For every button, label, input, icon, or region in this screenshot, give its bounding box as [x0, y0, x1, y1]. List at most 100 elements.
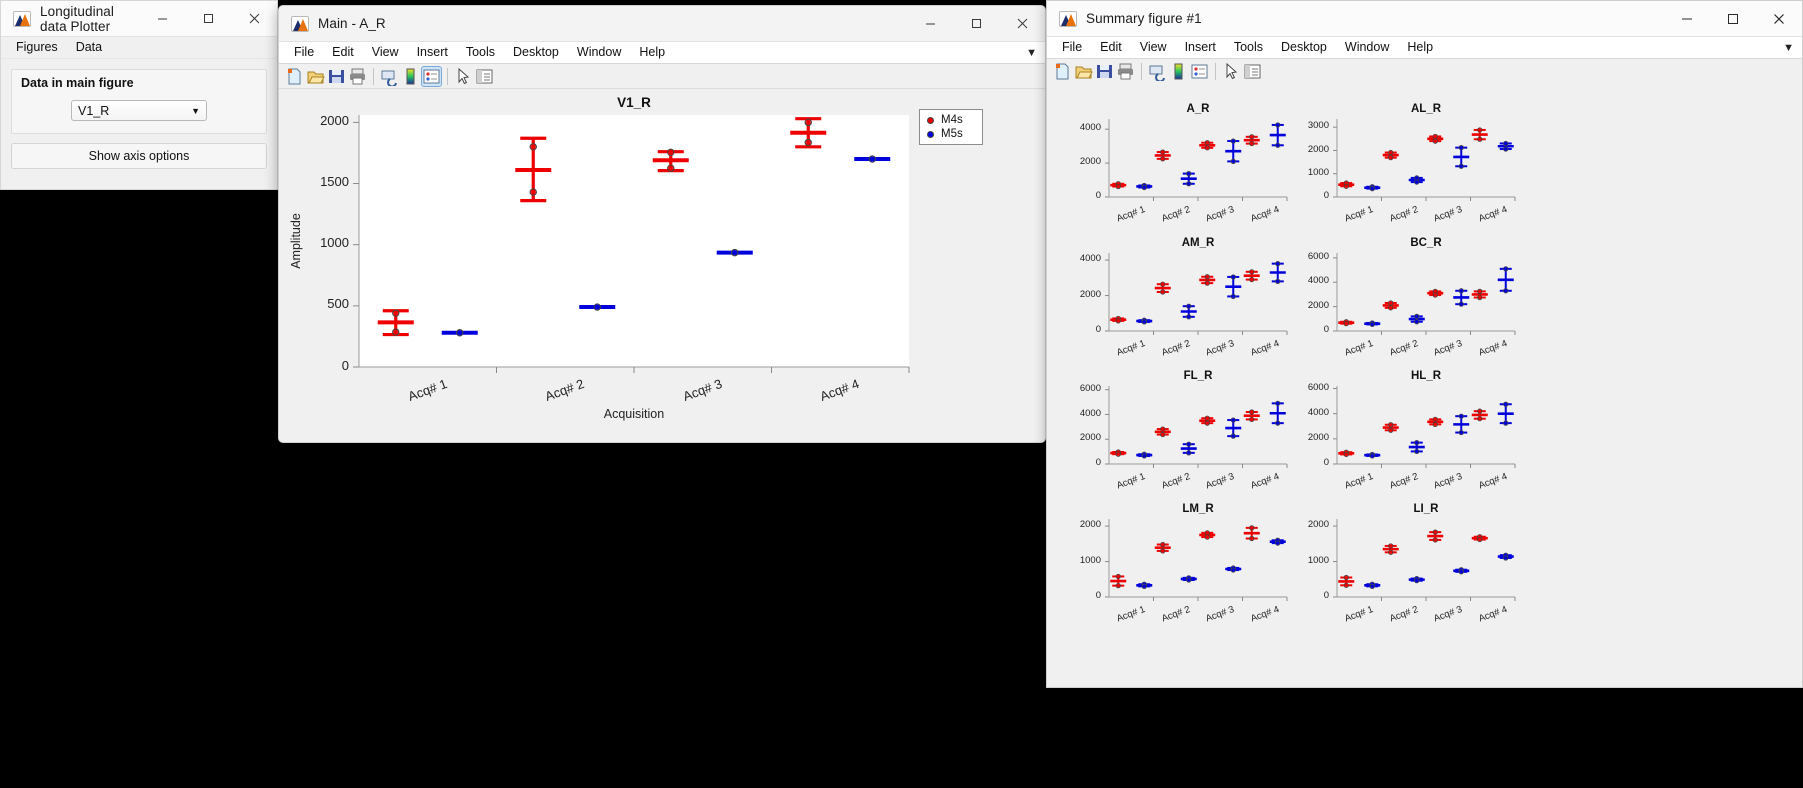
summary-figure-title: Summary figure #1	[1086, 11, 1202, 26]
show-axis-options-label: Show axis options	[88, 149, 190, 163]
menu-insert[interactable]: Insert	[408, 42, 457, 63]
matlab-icon	[1059, 10, 1077, 27]
menu-insert[interactable]: Insert	[1176, 37, 1225, 58]
data-point	[593, 303, 601, 311]
data-point	[1458, 569, 1464, 575]
matlab-icon	[13, 10, 31, 27]
menubar-overflow-icon[interactable]: ▼	[1783, 42, 1794, 54]
menu-edit[interactable]: Edit	[323, 42, 363, 63]
menu-help[interactable]: Help	[630, 42, 674, 63]
maximize-icon[interactable]	[1710, 1, 1756, 36]
pointer-icon[interactable]	[1222, 62, 1241, 81]
summary-figure-menubar: File Edit View Insert Tools Desktop Wind…	[1047, 37, 1802, 59]
menu-desktop[interactable]: Desktop	[504, 42, 568, 63]
menu-view[interactable]: View	[363, 42, 408, 63]
save-figure-icon[interactable]	[327, 67, 346, 86]
matlab-icon	[291, 15, 309, 32]
summary-figure-window-buttons	[1664, 1, 1802, 36]
print-figure-icon[interactable]	[1116, 62, 1135, 81]
maximize-icon[interactable]	[953, 6, 999, 41]
main-figure-title: Main - A_R	[318, 16, 386, 31]
longitudinal-data-plotter-window: Longitudinal data Plotter Figures Data D…	[0, 0, 278, 190]
open-file-icon[interactable]	[306, 67, 325, 86]
menu-desktop[interactable]: Desktop	[1272, 37, 1336, 58]
y-axis-label: Amplitude	[289, 213, 303, 269]
data-point	[868, 155, 876, 163]
new-figure-icon[interactable]	[285, 67, 304, 86]
menu-file[interactable]: File	[1053, 37, 1091, 58]
main-figure-window: Main - A_R File Edit View Insert Tools D…	[278, 5, 1046, 443]
menu-window[interactable]: Window	[568, 42, 630, 63]
close-icon[interactable]	[999, 6, 1045, 41]
close-icon[interactable]	[1756, 1, 1802, 36]
legend-label: M5s	[941, 128, 963, 140]
legend-icon[interactable]	[421, 65, 442, 87]
summary-figure-canvas: A_R 0 2000 4000 Acq# 1 Acq# 2 Acq# 3 Acq# 4 AL_R…	[1047, 81, 1802, 687]
main-figure-data-dropdown[interactable]: V1_R ▼	[71, 100, 207, 121]
data-point	[1432, 529, 1438, 535]
plot-browser-icon[interactable]	[475, 67, 494, 86]
summary-figure-titlebar: Summary figure #1	[1047, 1, 1802, 37]
data-point	[1503, 555, 1509, 561]
menu-help[interactable]: Help	[1398, 37, 1442, 58]
data-point	[1343, 582, 1349, 588]
minimize-icon[interactable]	[139, 1, 185, 36]
legend[interactable]: M4s M5s	[919, 109, 983, 145]
group-title: Data in main figure	[21, 76, 134, 90]
subplot-li_r[interactable]: LI_R 0 1000 2000 Acq# 1 Acq# 2 Acq# 3 Acq# 4	[1047, 81, 1802, 687]
new-figure-icon[interactable]	[1053, 62, 1072, 81]
data-point	[529, 143, 537, 151]
data-point	[1388, 549, 1394, 555]
summary-figure-window: Summary figure #1 File Edit View Insert …	[1046, 0, 1803, 688]
data-point	[392, 309, 400, 317]
data-point	[1477, 536, 1483, 543]
data-point	[529, 188, 537, 196]
data-point	[456, 329, 464, 337]
main-figure-window-buttons	[907, 6, 1045, 41]
colorbar-icon[interactable]	[1169, 62, 1188, 81]
link-plot-icon[interactable]	[1148, 62, 1167, 82]
data-point	[392, 328, 400, 336]
menu-view[interactable]: View	[1131, 37, 1176, 58]
menu-edit[interactable]: Edit	[1091, 37, 1131, 58]
y-axis-tick-label: 1500	[320, 174, 349, 190]
minimize-icon[interactable]	[1664, 1, 1710, 36]
menu-window[interactable]: Window	[1336, 37, 1398, 58]
data-point	[804, 118, 812, 127]
close-icon[interactable]	[231, 1, 277, 36]
plotter-window-buttons	[139, 1, 277, 36]
plot-browser-icon[interactable]	[1243, 62, 1262, 81]
main-figure-toolbar	[279, 64, 1045, 89]
menu-file[interactable]: File	[285, 42, 323, 63]
data-point	[1432, 537, 1438, 543]
show-axis-options-button[interactable]: Show axis options	[11, 143, 267, 169]
main-plot[interactable]: V1_R 0 500 1000 1500 2000 Acq# 1 Acq# 2 Acq# 3 Ac…	[279, 90, 1045, 442]
y-axis-tick-label: 0	[1323, 590, 1329, 602]
open-file-icon[interactable]	[1074, 62, 1093, 81]
toolbar-separator	[1211, 62, 1220, 81]
toolbar-separator	[369, 67, 378, 86]
print-figure-icon[interactable]	[348, 67, 367, 86]
menubar-overflow-icon[interactable]: ▼	[1026, 47, 1037, 59]
data-point	[731, 248, 739, 257]
toolbar-separator	[443, 67, 452, 86]
colorbar-icon[interactable]	[401, 67, 420, 86]
data-point	[667, 148, 675, 157]
plotter-menubar: Figures Data	[1, 37, 277, 59]
data-point	[1388, 543, 1394, 549]
menu-data[interactable]: Data	[67, 37, 111, 58]
minimize-icon[interactable]	[907, 6, 953, 41]
link-plot-icon[interactable]	[380, 67, 399, 87]
menu-figures[interactable]: Figures	[7, 37, 67, 58]
legend-entry: M5s	[920, 127, 982, 141]
legend-label: M4s	[941, 114, 963, 126]
save-figure-icon[interactable]	[1095, 62, 1114, 81]
chevron-down-icon: ▼	[191, 105, 200, 116]
pointer-icon[interactable]	[454, 67, 473, 86]
data-point	[1343, 574, 1349, 581]
legend-icon[interactable]	[1190, 62, 1209, 81]
menu-tools[interactable]: Tools	[1225, 37, 1272, 58]
y-axis-tick-label: 2000	[1307, 519, 1329, 531]
maximize-icon[interactable]	[185, 1, 231, 36]
menu-tools[interactable]: Tools	[457, 42, 504, 63]
